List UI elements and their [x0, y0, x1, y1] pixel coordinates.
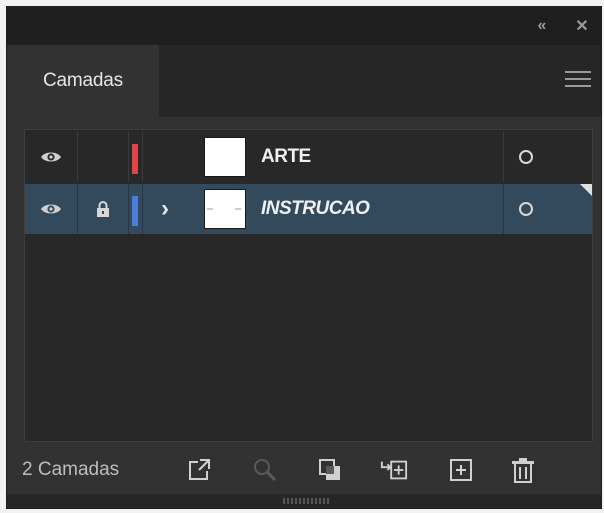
layer-color-swatch [132, 144, 138, 174]
layer-row-instrucao[interactable]: › INSTRUCAO [25, 184, 592, 234]
lock-toggle[interactable] [78, 132, 128, 182]
panel-titlebar: « ✕ [7, 7, 601, 45]
new-sublayer-icon[interactable] [380, 456, 408, 484]
collapse-panel-icon[interactable]: « [527, 7, 557, 45]
eye-icon [41, 204, 61, 214]
lock-icon [97, 201, 109, 217]
new-layer-icon[interactable] [447, 456, 475, 484]
tab-layers[interactable]: Camadas [7, 45, 159, 117]
eye-icon [41, 152, 61, 162]
visibility-toggle[interactable] [25, 132, 77, 182]
layers-list: ARTE › INSTRUCAO [24, 129, 593, 442]
search-icon[interactable] [251, 456, 279, 484]
layer-color-swatch [132, 196, 138, 226]
visibility-toggle[interactable] [25, 184, 77, 234]
layer-row-arte[interactable]: ARTE [25, 132, 592, 182]
resize-grip[interactable] [7, 494, 601, 508]
selection-indicator [580, 184, 592, 196]
panel-menu-icon[interactable] [565, 69, 591, 89]
close-panel-icon[interactable]: ✕ [567, 7, 597, 45]
lock-toggle[interactable] [78, 184, 128, 234]
layer-count: 2 Camadas [22, 459, 120, 480]
clipping-mask-icon[interactable] [316, 456, 344, 484]
layer-name[interactable]: ARTE [261, 132, 311, 182]
layers-panel: « ✕ Camadas ARTE › INSTRUCAO 2 Camadas [6, 6, 602, 509]
layer-thumbnail [204, 137, 246, 177]
target-icon[interactable] [519, 202, 533, 216]
panel-footer: 2 Camadas [7, 447, 601, 493]
expand-chevron-icon[interactable]: › [153, 184, 177, 234]
trash-icon[interactable] [509, 456, 537, 484]
grip-lines [283, 498, 329, 504]
tab-bar: Camadas [7, 45, 601, 117]
layer-thumbnail [204, 189, 246, 229]
layer-name[interactable]: INSTRUCAO [261, 184, 370, 234]
target-icon[interactable] [519, 150, 533, 164]
export-icon[interactable] [185, 456, 213, 484]
